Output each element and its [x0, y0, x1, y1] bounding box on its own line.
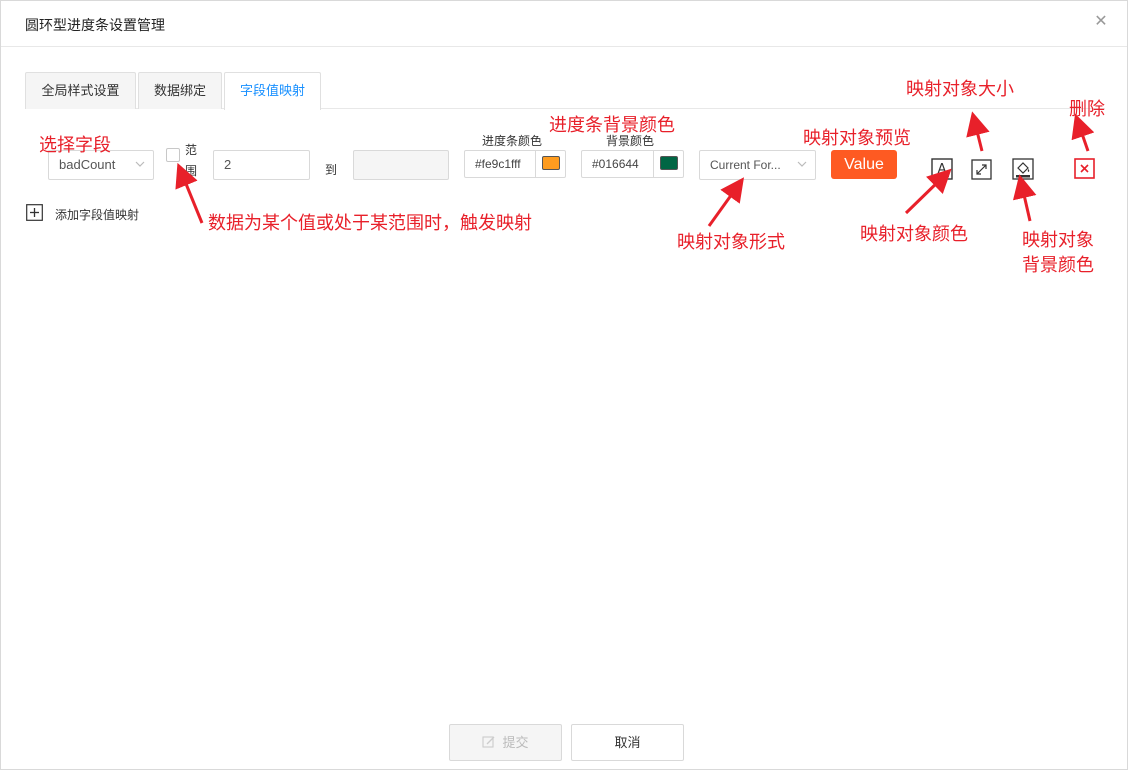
chevron-down-icon: [797, 161, 807, 167]
range-from-input[interactable]: 2: [213, 150, 310, 180]
to-label: 到: [325, 163, 338, 177]
bg-color-swatch[interactable]: [660, 156, 678, 170]
range-checkbox[interactable]: [166, 148, 180, 162]
cancel-button[interactable]: 取消: [571, 724, 684, 761]
tab-global-style[interactable]: 全局样式设置: [25, 72, 136, 109]
bar-color-swatch[interactable]: [542, 156, 560, 170]
font-color-icon-letter: A: [938, 162, 947, 177]
chevron-down-icon: [135, 161, 145, 167]
field-select-value: badCount: [59, 157, 116, 172]
bar-color-picker[interactable]: #fe9c1fff: [464, 150, 566, 178]
bar-color-label: 进度条颜色: [482, 134, 543, 148]
annotation-preview: 映射对象预览: [803, 128, 911, 149]
tab-data-binding[interactable]: 数据绑定: [138, 72, 222, 109]
annotation-bg-color-line2: 背景颜色: [1022, 255, 1094, 276]
annotation-delete: 删除: [1069, 99, 1105, 120]
font-color-icon[interactable]: A: [931, 158, 953, 180]
annotation-bar-bg-color: 进度条背景颜色: [549, 115, 675, 136]
annotation-font-color: 映射对象颜色: [860, 224, 968, 245]
annotation-size: 映射对象大小: [906, 79, 1014, 100]
tab-field-value-mapping[interactable]: 字段值映射: [224, 72, 321, 110]
mapping-preview: Value: [831, 150, 897, 179]
resize-icon[interactable]: [971, 159, 992, 180]
close-icon[interactable]: ✕: [1091, 12, 1111, 32]
bg-color-value: #016644: [592, 157, 639, 171]
submit-button[interactable]: 提交: [449, 724, 562, 761]
delete-icon[interactable]: [1074, 158, 1095, 179]
add-mapping-icon[interactable]: [26, 204, 43, 221]
mapping-form-value: Current For...: [710, 158, 781, 172]
bg-color-picker[interactable]: #016644: [581, 150, 684, 178]
fill-bucket-icon[interactable]: [1012, 158, 1034, 180]
dialog-header: 圆环型进度条设置管理 ✕: [1, 1, 1127, 47]
add-mapping-button[interactable]: 添加字段值映射: [55, 206, 139, 223]
range-label-top: 范: [185, 143, 198, 157]
range-label-bottom: 围: [185, 164, 198, 178]
range-to-input[interactable]: [353, 150, 449, 180]
bar-color-value: #fe9c1fff: [475, 157, 521, 171]
annotation-select-field: 选择字段: [39, 135, 111, 156]
annotation-range-trigger: 数据为某个值或处于某范围时，触发映射: [208, 213, 532, 234]
dialog-title: 圆环型进度条设置管理: [25, 17, 165, 33]
submit-label: 提交: [502, 735, 529, 750]
mapping-form-select[interactable]: Current For...: [699, 150, 816, 180]
dialog: 圆环型进度条设置管理 ✕ 全局样式设置 数据绑定 字段值映射 badCount …: [0, 0, 1128, 770]
annotation-form: 映射对象形式: [677, 232, 785, 253]
edit-icon: [482, 736, 495, 748]
annotation-bg-color-line1: 映射对象: [1022, 230, 1094, 251]
